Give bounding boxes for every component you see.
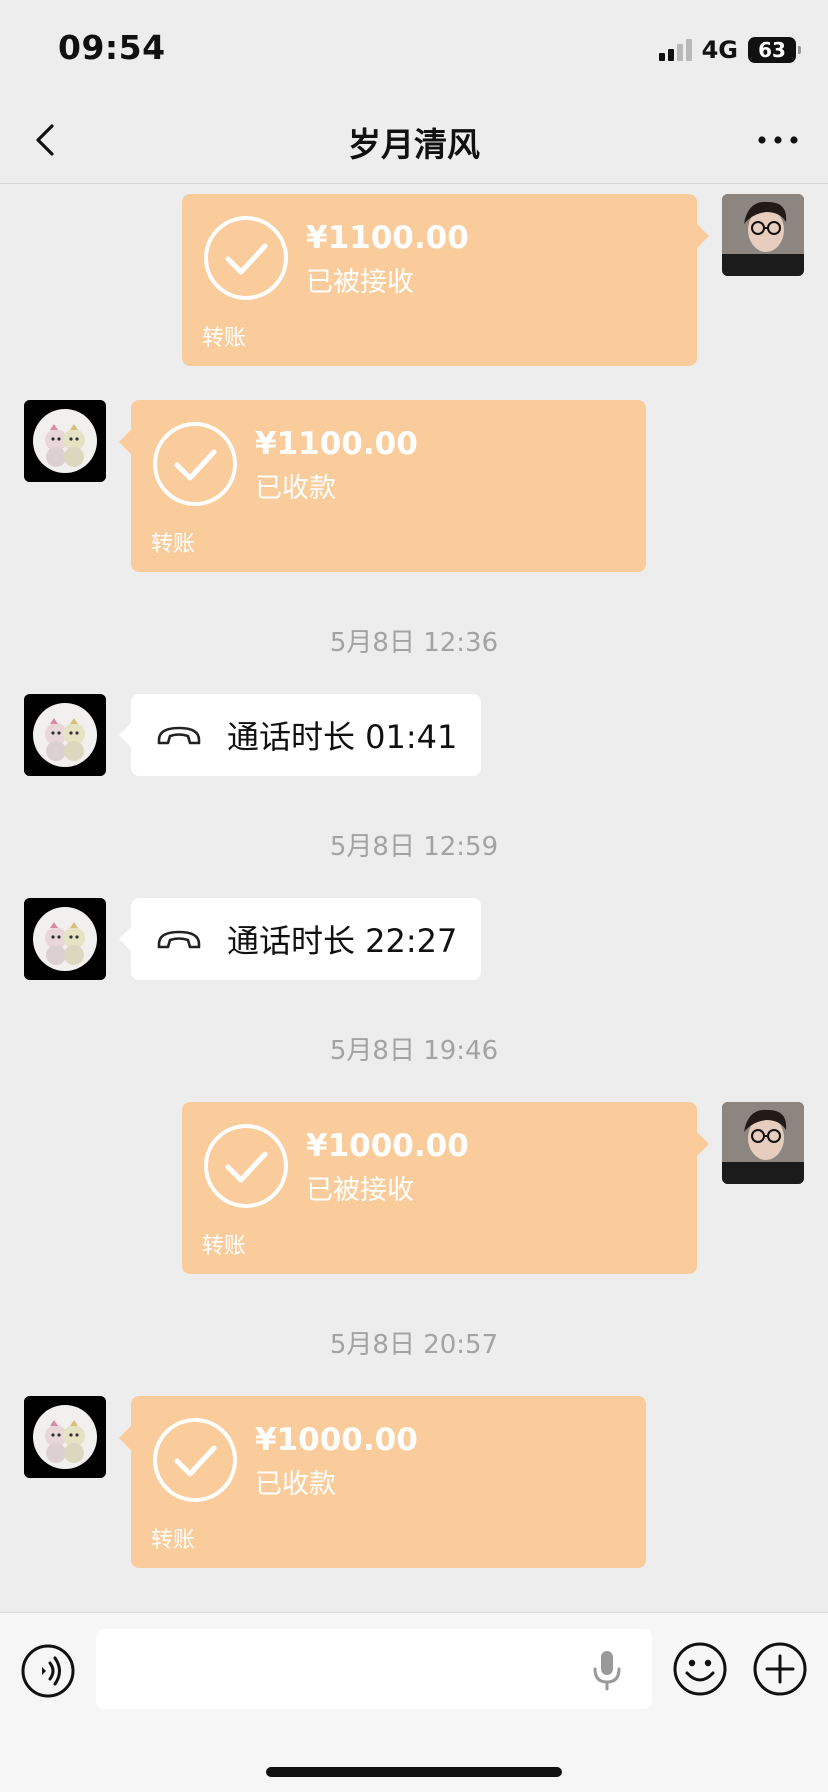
signal-icon	[658, 39, 692, 61]
transfer-status: 已收款	[255, 473, 336, 504]
timestamp: 5月8日 12:59	[329, 832, 499, 862]
my-avatar[interactable]	[722, 194, 804, 276]
plush-toys-avatar-icon	[24, 694, 106, 776]
chat-area: ¥1100.00 已被接收 转账 ¥1100.00 已收款 转账 5月8日 12…	[0, 184, 828, 1612]
contact-avatar[interactable]	[24, 694, 106, 776]
contact-avatar[interactable]	[24, 400, 106, 482]
transfer-label: 转账	[151, 1528, 196, 1553]
transfer-status: 已收款	[255, 1469, 336, 1500]
status-time: 09:54	[58, 28, 166, 67]
nav-bar: 岁月清风	[0, 96, 828, 184]
more-dots-icon[interactable]	[756, 120, 800, 160]
mic-icon[interactable]	[590, 1649, 624, 1691]
check-circle-icon	[204, 1124, 288, 1208]
plus-icon[interactable]	[752, 1641, 808, 1697]
transfer-card[interactable]: ¥1100.00 已收款 转账	[119, 400, 646, 572]
transfer-card[interactable]: ¥1000.00 已收款 转账	[119, 1396, 646, 1568]
plush-toys-avatar-icon	[24, 898, 106, 980]
transfer-status: 已被接收	[306, 1175, 414, 1206]
transfer-amount: ¥1100.00	[306, 220, 469, 256]
call-record-bubble[interactable]: 通话时长 01:41	[119, 694, 482, 776]
call-duration: 通话时长 22:27	[227, 922, 458, 960]
timestamp: 5月8日 12:36	[329, 628, 499, 658]
transfer-card[interactable]: ¥1100.00 已被接收 转账	[182, 194, 709, 366]
call-duration: 通话时长 01:41	[227, 718, 458, 756]
transfer-label: 转账	[151, 532, 196, 557]
message-input[interactable]	[96, 1629, 652, 1709]
battery-icon: 63	[748, 37, 801, 63]
transfer-label: 转账	[202, 1234, 247, 1259]
chat-title: 岁月清风	[348, 125, 480, 164]
phone-hangup-icon	[157, 930, 201, 949]
transfer-label: 转账	[202, 326, 247, 351]
timestamp: 5月8日 19:46	[329, 1036, 499, 1066]
emoji-icon[interactable]	[672, 1641, 728, 1697]
person-avatar-icon	[722, 1102, 804, 1184]
voice-icon[interactable]	[20, 1643, 76, 1699]
battery-level: 63	[758, 38, 786, 62]
check-circle-icon	[204, 216, 288, 300]
check-circle-icon	[153, 1418, 237, 1502]
my-avatar[interactable]	[722, 1102, 804, 1184]
transfer-card[interactable]: ¥1000.00 已被接收 转账	[182, 1102, 709, 1274]
status-bar: 09:54 4G 63	[0, 0, 828, 96]
check-circle-icon	[153, 422, 237, 506]
phone-hangup-icon	[157, 726, 201, 745]
transfer-amount: ¥1000.00	[255, 1422, 418, 1458]
contact-avatar[interactable]	[24, 1396, 106, 1478]
input-bar	[0, 1612, 828, 1792]
home-indicator	[266, 1767, 562, 1777]
transfer-amount: ¥1100.00	[255, 426, 418, 462]
plush-toys-avatar-icon	[24, 1396, 106, 1478]
network-type: 4G	[701, 36, 738, 64]
timestamp: 5月8日 20:57	[329, 1330, 499, 1360]
person-avatar-icon	[722, 194, 804, 276]
plush-toys-avatar-icon	[24, 400, 106, 482]
contact-avatar[interactable]	[24, 898, 106, 980]
status-indicators: 4G 63	[658, 36, 801, 64]
call-record-bubble[interactable]: 通话时长 22:27	[119, 898, 482, 980]
transfer-amount: ¥1000.00	[306, 1128, 469, 1164]
transfer-status: 已被接收	[306, 267, 414, 298]
